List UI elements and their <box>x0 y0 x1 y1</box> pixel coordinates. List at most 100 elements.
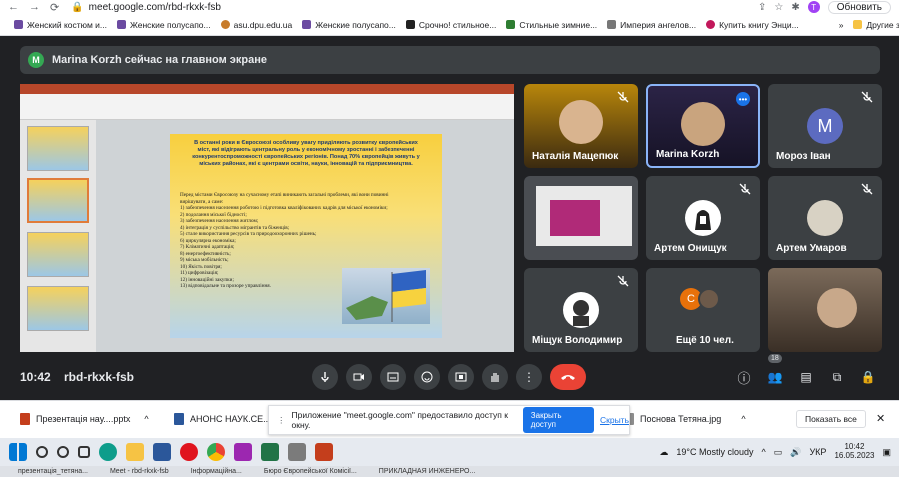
participant-avatar <box>685 200 721 236</box>
people-button[interactable]: 👥 18 <box>762 354 788 390</box>
bookmark-item[interactable]: Империя ангелов... <box>607 20 696 30</box>
bookmark-item[interactable]: Купить книгу Энци... <box>706 20 799 30</box>
captions-button[interactable] <box>380 364 406 390</box>
participant-video <box>817 288 857 328</box>
opera-icon[interactable] <box>180 443 198 461</box>
slide-intro: Перед містами Євросоюзу на сучасному ета… <box>180 192 389 205</box>
participant-avatar: М <box>807 108 843 144</box>
participant-tile[interactable]: Міщук Володимир <box>524 268 638 352</box>
participant-name: Артем Умаров <box>776 243 847 254</box>
browser-tab[interactable]: ПРИКЛАДНАЯ ИНЖЕНЕРО... <box>379 468 476 475</box>
chevron-up-icon[interactable]: ^ <box>144 414 148 424</box>
excel-icon[interactable] <box>261 443 279 461</box>
reload-icon[interactable]: ⟳ <box>50 1 59 14</box>
slide-thumbnail <box>27 286 89 331</box>
windows-start-icon[interactable] <box>9 443 27 461</box>
phone-hangup-icon <box>561 375 575 380</box>
participant-avatar <box>807 200 843 236</box>
activities-button[interactable]: ⧉ <box>824 364 850 390</box>
word-icon[interactable] <box>153 443 171 461</box>
chat-icon: ▤ <box>800 370 812 384</box>
update-button[interactable]: Обновить <box>827 0 891 14</box>
host-controls-button[interactable]: 🔒 <box>855 364 881 390</box>
show-all-button[interactable]: Показать все <box>796 410 866 428</box>
bookmark-item[interactable]: Женский костюм и... <box>14 20 107 30</box>
meeting-code: rbd-rkxk-fsb <box>64 370 135 384</box>
search-icon[interactable] <box>36 446 48 458</box>
mic-off-icon <box>617 275 629 287</box>
back-icon[interactable]: ← <box>8 1 19 14</box>
download-item[interactable]: Презентація нау....pptx ^ <box>20 413 149 425</box>
profile-avatar[interactable]: T <box>807 1 820 13</box>
banner-avatar: M <box>28 52 44 68</box>
bookmark-item[interactable]: Срочно! стильное... <box>405 20 496 30</box>
screen-preview <box>536 186 632 246</box>
presenting-banner: M Marina Korzh сейчас на главном экране <box>20 46 880 74</box>
app-icon[interactable] <box>234 443 252 461</box>
participant-tile[interactable]: Артем Онищук <box>646 176 760 260</box>
volume-icon[interactable]: 🔊 <box>790 447 801 458</box>
camera-icon <box>353 373 364 381</box>
bookmark-item[interactable]: Стильные зимние... <box>506 20 597 30</box>
hide-link[interactable]: Скрыть <box>600 415 629 425</box>
file-explorer-icon[interactable] <box>126 443 144 461</box>
mic-button[interactable] <box>312 364 338 390</box>
download-item[interactable]: Поснова Тетяна.jpg ^ <box>624 413 746 425</box>
more-vert-icon: ⋮ <box>523 370 535 384</box>
forward-icon[interactable]: → <box>29 1 40 14</box>
more-options-icon[interactable]: ••• <box>736 92 750 106</box>
weather-text[interactable]: 19°C Mostly cloudy <box>676 447 753 457</box>
notifications-icon[interactable]: ▣ <box>882 447 891 458</box>
more-options-button[interactable]: ⋮ <box>516 364 542 390</box>
chrome-icon[interactable] <box>207 443 225 461</box>
share-icon[interactable]: ⇪ <box>758 2 766 13</box>
drag-handle-icon[interactable]: ⋮ <box>277 415 286 426</box>
mic-off-icon <box>617 91 629 103</box>
browser-tab[interactable]: Meet - rbd-rkxk-fsb <box>110 468 169 475</box>
edge-icon[interactable] <box>99 443 117 461</box>
browser-tab[interactable]: Бюро Європейської Комісії... <box>264 468 357 475</box>
close-icon[interactable]: ✕ <box>876 412 885 425</box>
participant-tile[interactable] <box>768 268 882 352</box>
participant-tile[interactable]: Артем Умаров <box>768 176 882 260</box>
browser-tab[interactable]: презентація_тетяна... <box>18 468 88 475</box>
clock[interactable]: 10:42 16.05.2023 <box>834 442 874 461</box>
participant-tile-active[interactable]: Marina Korzh ••• <box>646 84 760 168</box>
language-indicator[interactable]: УКР <box>809 447 826 457</box>
more-participants-tile[interactable]: C Ещё 10 чел. <box>646 268 760 352</box>
shared-screen[interactable]: В останні роки в Євросоюзі особливу уваг… <box>20 84 514 352</box>
raise-hand-button[interactable] <box>482 364 508 390</box>
bookmark-item[interactable]: asu.dpu.edu.ua <box>220 20 292 30</box>
participant-tile-screen[interactable] <box>524 176 638 260</box>
slide-thumbnail <box>27 178 89 223</box>
cortana-icon[interactable] <box>57 446 69 458</box>
info-button[interactable]: ⓘ <box>731 364 757 390</box>
tray-chevron-icon[interactable]: ^ <box>762 447 766 457</box>
reactions-button[interactable] <box>414 364 440 390</box>
task-view-icon[interactable] <box>78 446 90 458</box>
activities-icon: ⧉ <box>832 369 842 384</box>
participant-tile[interactable]: М Мороз Іван <box>768 84 882 168</box>
bookmark-item[interactable]: Женские полусапо... <box>117 20 211 30</box>
end-call-button[interactable] <box>550 364 586 390</box>
participant-name: Ещё 10 чел. <box>676 335 734 346</box>
chevron-up-icon[interactable]: ^ <box>741 414 745 424</box>
bookmark-item[interactable]: Женские полусапо... <box>302 20 396 30</box>
slide-thumbnail <box>27 126 89 171</box>
participant-tile[interactable]: Наталія Мацепюк <box>524 84 638 168</box>
chat-button[interactable]: ▤ <box>793 364 819 390</box>
address-bar[interactable]: 🔒 meet.google.com/rbd-rkxk-fsb <box>71 2 221 13</box>
bookmarks-more[interactable]: » <box>839 20 844 30</box>
other-bookmarks[interactable]: Другие закладки <box>853 20 899 30</box>
slide-title: В останні роки в Євросоюзі особливу уваг… <box>192 140 420 167</box>
stop-sharing-button[interactable]: Закрыть доступ <box>522 407 594 433</box>
camera-button[interactable] <box>346 364 372 390</box>
emoji-icon <box>421 371 433 383</box>
star-icon[interactable]: ☆ <box>774 2 783 13</box>
app-icon[interactable] <box>288 443 306 461</box>
present-button[interactable] <box>448 364 474 390</box>
browser-tab[interactable]: Інформаційна... <box>191 468 242 475</box>
powerpoint-icon[interactable] <box>315 443 333 461</box>
network-icon[interactable]: ▭ <box>774 447 783 458</box>
extensions-icon[interactable]: ✱ <box>791 2 799 13</box>
